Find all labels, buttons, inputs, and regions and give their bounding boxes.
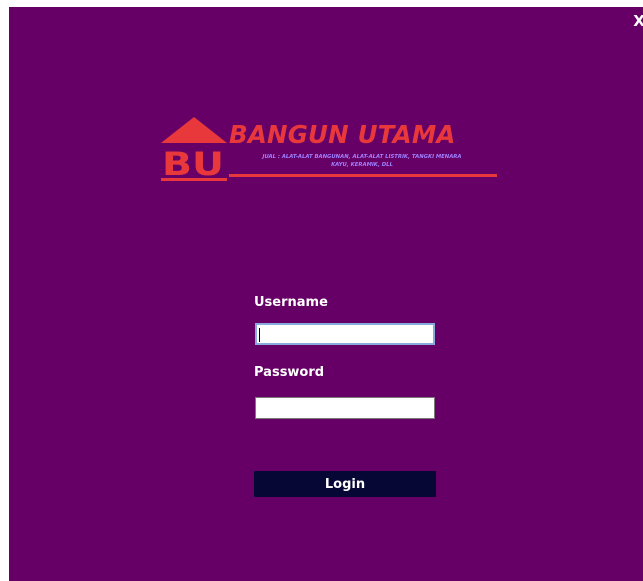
brand-tagline: JUAL : ALAT-ALAT BANGUNAN, ALAT-ALAT LIS… [262,154,462,168]
logo-mark-text: BU [162,145,224,183]
brand-underline [229,174,497,177]
username-input[interactable] [255,323,435,345]
password-label: Password [254,365,325,380]
brand-title: BANGUN UTAMA [229,120,456,149]
brand-logo: BU BANGUN UTAMA JUAL : ALAT-ALAT BANGUNA… [159,115,499,195]
password-input[interactable] [255,397,435,419]
close-button[interactable]: X [633,12,643,30]
text-cursor [259,328,260,342]
username-label: Username [254,295,328,310]
login-window: X BU BANGUN UTAMA JUAL : ALAT-ALAT BANGU… [9,7,643,581]
login-button[interactable]: Login [254,471,436,497]
house-logo-icon: BU [161,117,227,183]
